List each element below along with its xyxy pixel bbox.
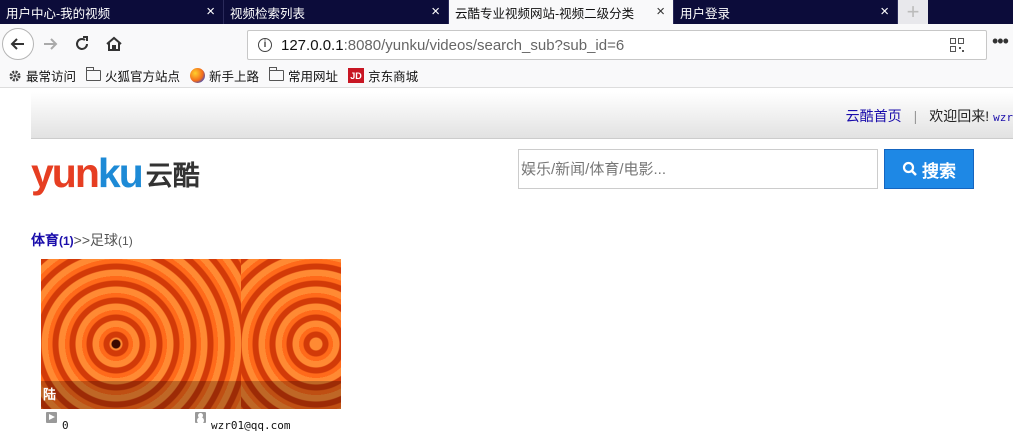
welcome-text: 欢迎回来!: [929, 108, 990, 124]
tab-title: 用户登录: [680, 6, 731, 21]
bookmark-label: 常用网址: [288, 70, 339, 84]
tab-strip: 用户中心-我的视频 × 视频检索列表 × 云酷专业视频网站-视频二级分类 × 用…: [0, 0, 1013, 24]
bookmark-firefox-site[interactable]: 火狐官方站点: [86, 66, 180, 85]
bookmark-common-urls[interactable]: 常用网址: [269, 66, 338, 85]
breadcrumb-category[interactable]: 体育(1): [31, 232, 74, 248]
breadcrumb-arrow: >>: [73, 232, 91, 248]
home-link[interactable]: 云酷首页: [846, 108, 902, 124]
firefox-icon: [190, 68, 206, 83]
bookmark-label: 最常访问: [26, 70, 77, 84]
home-icon: [106, 36, 122, 51]
navigation-bar: i 127.0.0.1:8080/yunku/videos/search_sub…: [0, 24, 1013, 64]
address-bar[interactable]: i 127.0.0.1:8080/yunku/videos/search_sub…: [247, 30, 987, 60]
search-button[interactable]: 搜索: [884, 149, 974, 189]
gear-icon: [8, 69, 22, 83]
folder-icon: [269, 67, 285, 81]
close-tab-icon[interactable]: ×: [880, 3, 889, 21]
caption-overlay: [41, 381, 341, 409]
user-icon: [195, 412, 206, 423]
new-tab-button[interactable]: +: [898, 0, 928, 24]
tab-user-login[interactable]: 用户登录 ×: [674, 0, 898, 24]
breadcrumb-subcategory: 足球(1): [90, 232, 133, 248]
info-icon[interactable]: i: [258, 38, 272, 52]
bookmark-getting-started[interactable]: 新手上路: [190, 66, 259, 85]
logo-text: yunku: [31, 150, 144, 196]
qr-code-icon[interactable]: [950, 38, 964, 52]
back-button[interactable]: [2, 28, 34, 60]
bookmark-label: 新手上路: [209, 70, 260, 84]
tab-user-center[interactable]: 用户中心-我的视频 ×: [0, 0, 224, 24]
video-thumbnail[interactable]: 陆: [41, 259, 341, 409]
more-menu-icon[interactable]: •••: [992, 32, 1009, 50]
play-icon: [46, 412, 57, 423]
tab-title: 视频检索列表: [230, 6, 306, 21]
search-icon: [902, 161, 917, 176]
video-title[interactable]: 陆: [43, 384, 56, 403]
close-tab-icon[interactable]: ×: [656, 3, 665, 21]
top-links: 云酷首页 | 欢迎回来! wzr: [846, 106, 1013, 126]
home-button[interactable]: [100, 30, 128, 58]
username-link[interactable]: wzr: [993, 111, 1013, 124]
play-count-value: 0: [62, 419, 69, 432]
site-top-bar: 云酷首页 | 欢迎回来! wzr: [31, 92, 1013, 139]
forward-button[interactable]: [36, 30, 64, 58]
reload-button[interactable]: [68, 30, 96, 58]
bookmark-label: 京东商城: [368, 70, 419, 84]
arrow-right-icon: [44, 38, 58, 50]
separator: |: [913, 108, 918, 124]
url-host: 127.0.0.1: [281, 37, 344, 54]
uploader-email[interactable]: wzr01@qq.com: [211, 419, 290, 432]
url-text: 127.0.0.1:8080/yunku/videos/search_sub?s…: [281, 37, 624, 54]
tab-video-search[interactable]: 视频检索列表 ×: [224, 0, 449, 24]
logo-chinese: 云酷: [145, 161, 200, 191]
play-count: 0: [46, 412, 69, 432]
bookmark-most-visited[interactable]: 最常访问: [8, 66, 76, 85]
bookmark-label: 火狐官方站点: [105, 70, 181, 84]
close-tab-icon[interactable]: ×: [431, 3, 440, 21]
uploader: wzr01@qq.com: [195, 412, 290, 432]
bookmark-jd-mall[interactable]: JD 京东商城: [348, 66, 418, 85]
breadcrumb: 体育(1)>>足球(1): [31, 230, 133, 250]
search-button-label: 搜索: [922, 161, 956, 181]
tab-video-category[interactable]: 云酷专业视频网站-视频二级分类 ×: [449, 0, 674, 24]
folder-icon: [86, 67, 102, 81]
tab-title: 用户中心-我的视频: [6, 6, 111, 21]
jd-icon: JD: [348, 68, 365, 83]
close-tab-icon[interactable]: ×: [206, 3, 215, 21]
bookmarks-bar: 最常访问 火狐官方站点 新手上路 常用网址 JD 京东商城: [0, 64, 1013, 88]
arrow-left-icon: [10, 38, 24, 50]
site-logo[interactable]: yunku 云酷: [31, 150, 200, 196]
url-path: :8080/yunku/videos/search_sub?sub_id=6: [343, 37, 625, 54]
tab-title: 云酷专业视频网站-视频二级分类: [455, 6, 635, 21]
search-input[interactable]: [518, 149, 878, 189]
reload-icon: [76, 36, 88, 50]
